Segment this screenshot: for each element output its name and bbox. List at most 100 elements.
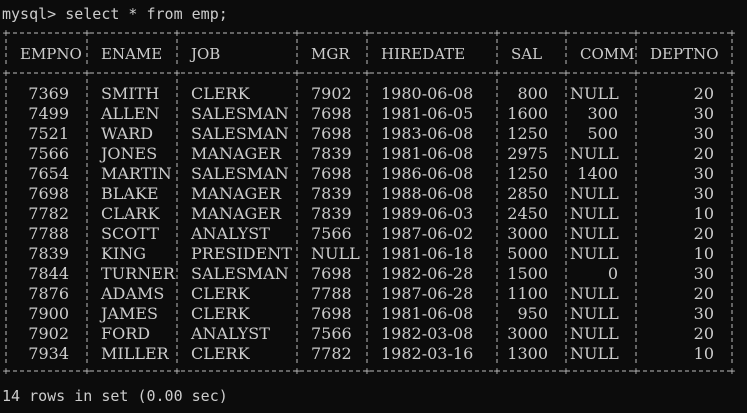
cell-comm: NULL [570, 84, 619, 103]
cell-sal: 5000 [507, 244, 548, 263]
cell-ename: ALLEN [101, 104, 160, 123]
cell-empno: 7499 [28, 104, 69, 123]
cell-ename: MILLER [101, 344, 169, 363]
cell-hiredate: 1981-06-05 [381, 104, 474, 123]
cell-comm: NULL [570, 244, 619, 263]
column-header-ename: ENAME [101, 45, 163, 63]
terminal-window[interactable]: mysql> select * from emp; + + + + + + + + + + + + + +… [0, 0, 747, 413]
border-corner: + [173, 365, 180, 379]
border-corner: + [83, 365, 90, 379]
border-corner: + [562, 27, 569, 41]
cell-job: ANALYST [191, 324, 270, 343]
border-corner: + [493, 67, 500, 81]
cell-job: CLERK [191, 344, 250, 363]
border-corner: + [293, 27, 300, 41]
cell-ename: TURNER [101, 264, 175, 283]
border-corner: + [2, 365, 9, 379]
cell-ename: BLAKE [101, 184, 159, 203]
cell-hiredate: 1983-06-08 [381, 124, 474, 143]
cell-sal: 3000 [507, 324, 548, 343]
cell-mgr: 7698 [311, 104, 352, 123]
border-corner: + [493, 365, 500, 379]
cell-ename: WARD [101, 124, 154, 143]
cell-ename: MARTIN [101, 164, 172, 183]
cell-comm: NULL [570, 184, 619, 203]
cell-deptno: 30 [693, 104, 714, 123]
cell-comm: NULL [570, 324, 619, 343]
border-corner: + [562, 67, 569, 81]
border-corner: + [363, 67, 370, 81]
cell-deptno: 20 [693, 324, 714, 343]
cell-hiredate: 1986-06-08 [381, 164, 474, 183]
cell-sal: 2450 [507, 204, 548, 223]
column-header-sal: SAL [511, 45, 543, 63]
border-corner: + [2, 27, 9, 41]
cell-job: SALESMAN [191, 104, 289, 123]
cell-comm: NULL [570, 304, 619, 323]
cell-sal: 1600 [507, 104, 548, 123]
cell-mgr: 7698 [311, 124, 352, 143]
cell-hiredate: 1982-06-28 [381, 264, 474, 283]
border-corner: + [83, 27, 90, 41]
cell-empno: 7566 [28, 144, 69, 163]
border-corner: + [173, 27, 180, 41]
cell-ename: CLARK [101, 204, 160, 223]
cell-ename: FORD [101, 324, 151, 343]
cell-deptno: 20 [693, 284, 714, 303]
cell-job: MANAGER [191, 184, 281, 203]
cell-comm: NULL [570, 224, 619, 243]
cell-mgr: 7566 [311, 324, 352, 343]
cell-hiredate: 1981-06-08 [381, 144, 474, 163]
cell-comm: NULL [570, 344, 619, 363]
border-corner: + [363, 365, 370, 379]
cell-hiredate: 1987-06-28 [381, 284, 474, 303]
cell-ename: ADAMS [101, 284, 165, 303]
cell-job: MANAGER [191, 144, 281, 163]
cell-deptno: 30 [693, 164, 714, 183]
cell-empno: 7369 [28, 84, 69, 103]
border-corner: + [173, 67, 180, 81]
cell-empno: 7782 [28, 204, 69, 223]
cell-deptno: 30 [693, 124, 714, 143]
cell-empno: 7876 [28, 284, 69, 303]
column-header-mgr: MGR [311, 45, 350, 63]
cell-mgr: 7839 [311, 204, 352, 223]
cell-job: SALESMAN [191, 124, 289, 143]
cell-job: PRESIDENT [191, 244, 292, 263]
cell-comm: NULL [570, 284, 619, 303]
cell-mgr: 7698 [311, 164, 352, 183]
cell-comm: 1400 [577, 164, 618, 183]
border-corner: + [728, 365, 735, 379]
cell-ename: SCOTT [101, 224, 159, 243]
cell-job: ANALYST [191, 224, 270, 243]
cell-mgr: NULL [311, 244, 360, 263]
result-summary: 14 rows in set (0.00 sec) [2, 387, 228, 405]
border-corner: + [728, 27, 735, 41]
cell-empno: 7654 [28, 164, 69, 183]
cell-mgr: 7698 [311, 264, 352, 283]
column-header-deptno: DEPTNO [650, 45, 719, 63]
cell-ename: JONES [101, 144, 158, 163]
cell-mgr: 7782 [311, 344, 352, 363]
cell-comm: 300 [587, 104, 618, 123]
border-corner: + [632, 365, 639, 379]
cell-deptno: 30 [693, 184, 714, 203]
cell-comm: NULL [570, 144, 619, 163]
cell-mgr: 7839 [311, 144, 352, 163]
cell-comm: NULL [570, 204, 619, 223]
cell-job: CLERK [191, 84, 250, 103]
cell-sal: 1500 [507, 264, 548, 283]
column-header-empno: EMPNO [20, 45, 82, 63]
cell-mgr: 7698 [311, 304, 352, 323]
cell-sal: 3000 [507, 224, 548, 243]
cell-mgr: 7566 [311, 224, 352, 243]
cell-empno: 7902 [28, 324, 69, 343]
border-corner: + [293, 67, 300, 81]
cell-deptno: 30 [693, 264, 714, 283]
cell-hiredate: 1988-06-08 [381, 184, 474, 203]
cell-hiredate: 1981-06-08 [381, 304, 474, 323]
cell-sal: 2850 [507, 184, 548, 203]
border-corner: + [562, 365, 569, 379]
cell-comm: 0 [607, 264, 618, 283]
cell-empno: 7900 [28, 304, 69, 323]
